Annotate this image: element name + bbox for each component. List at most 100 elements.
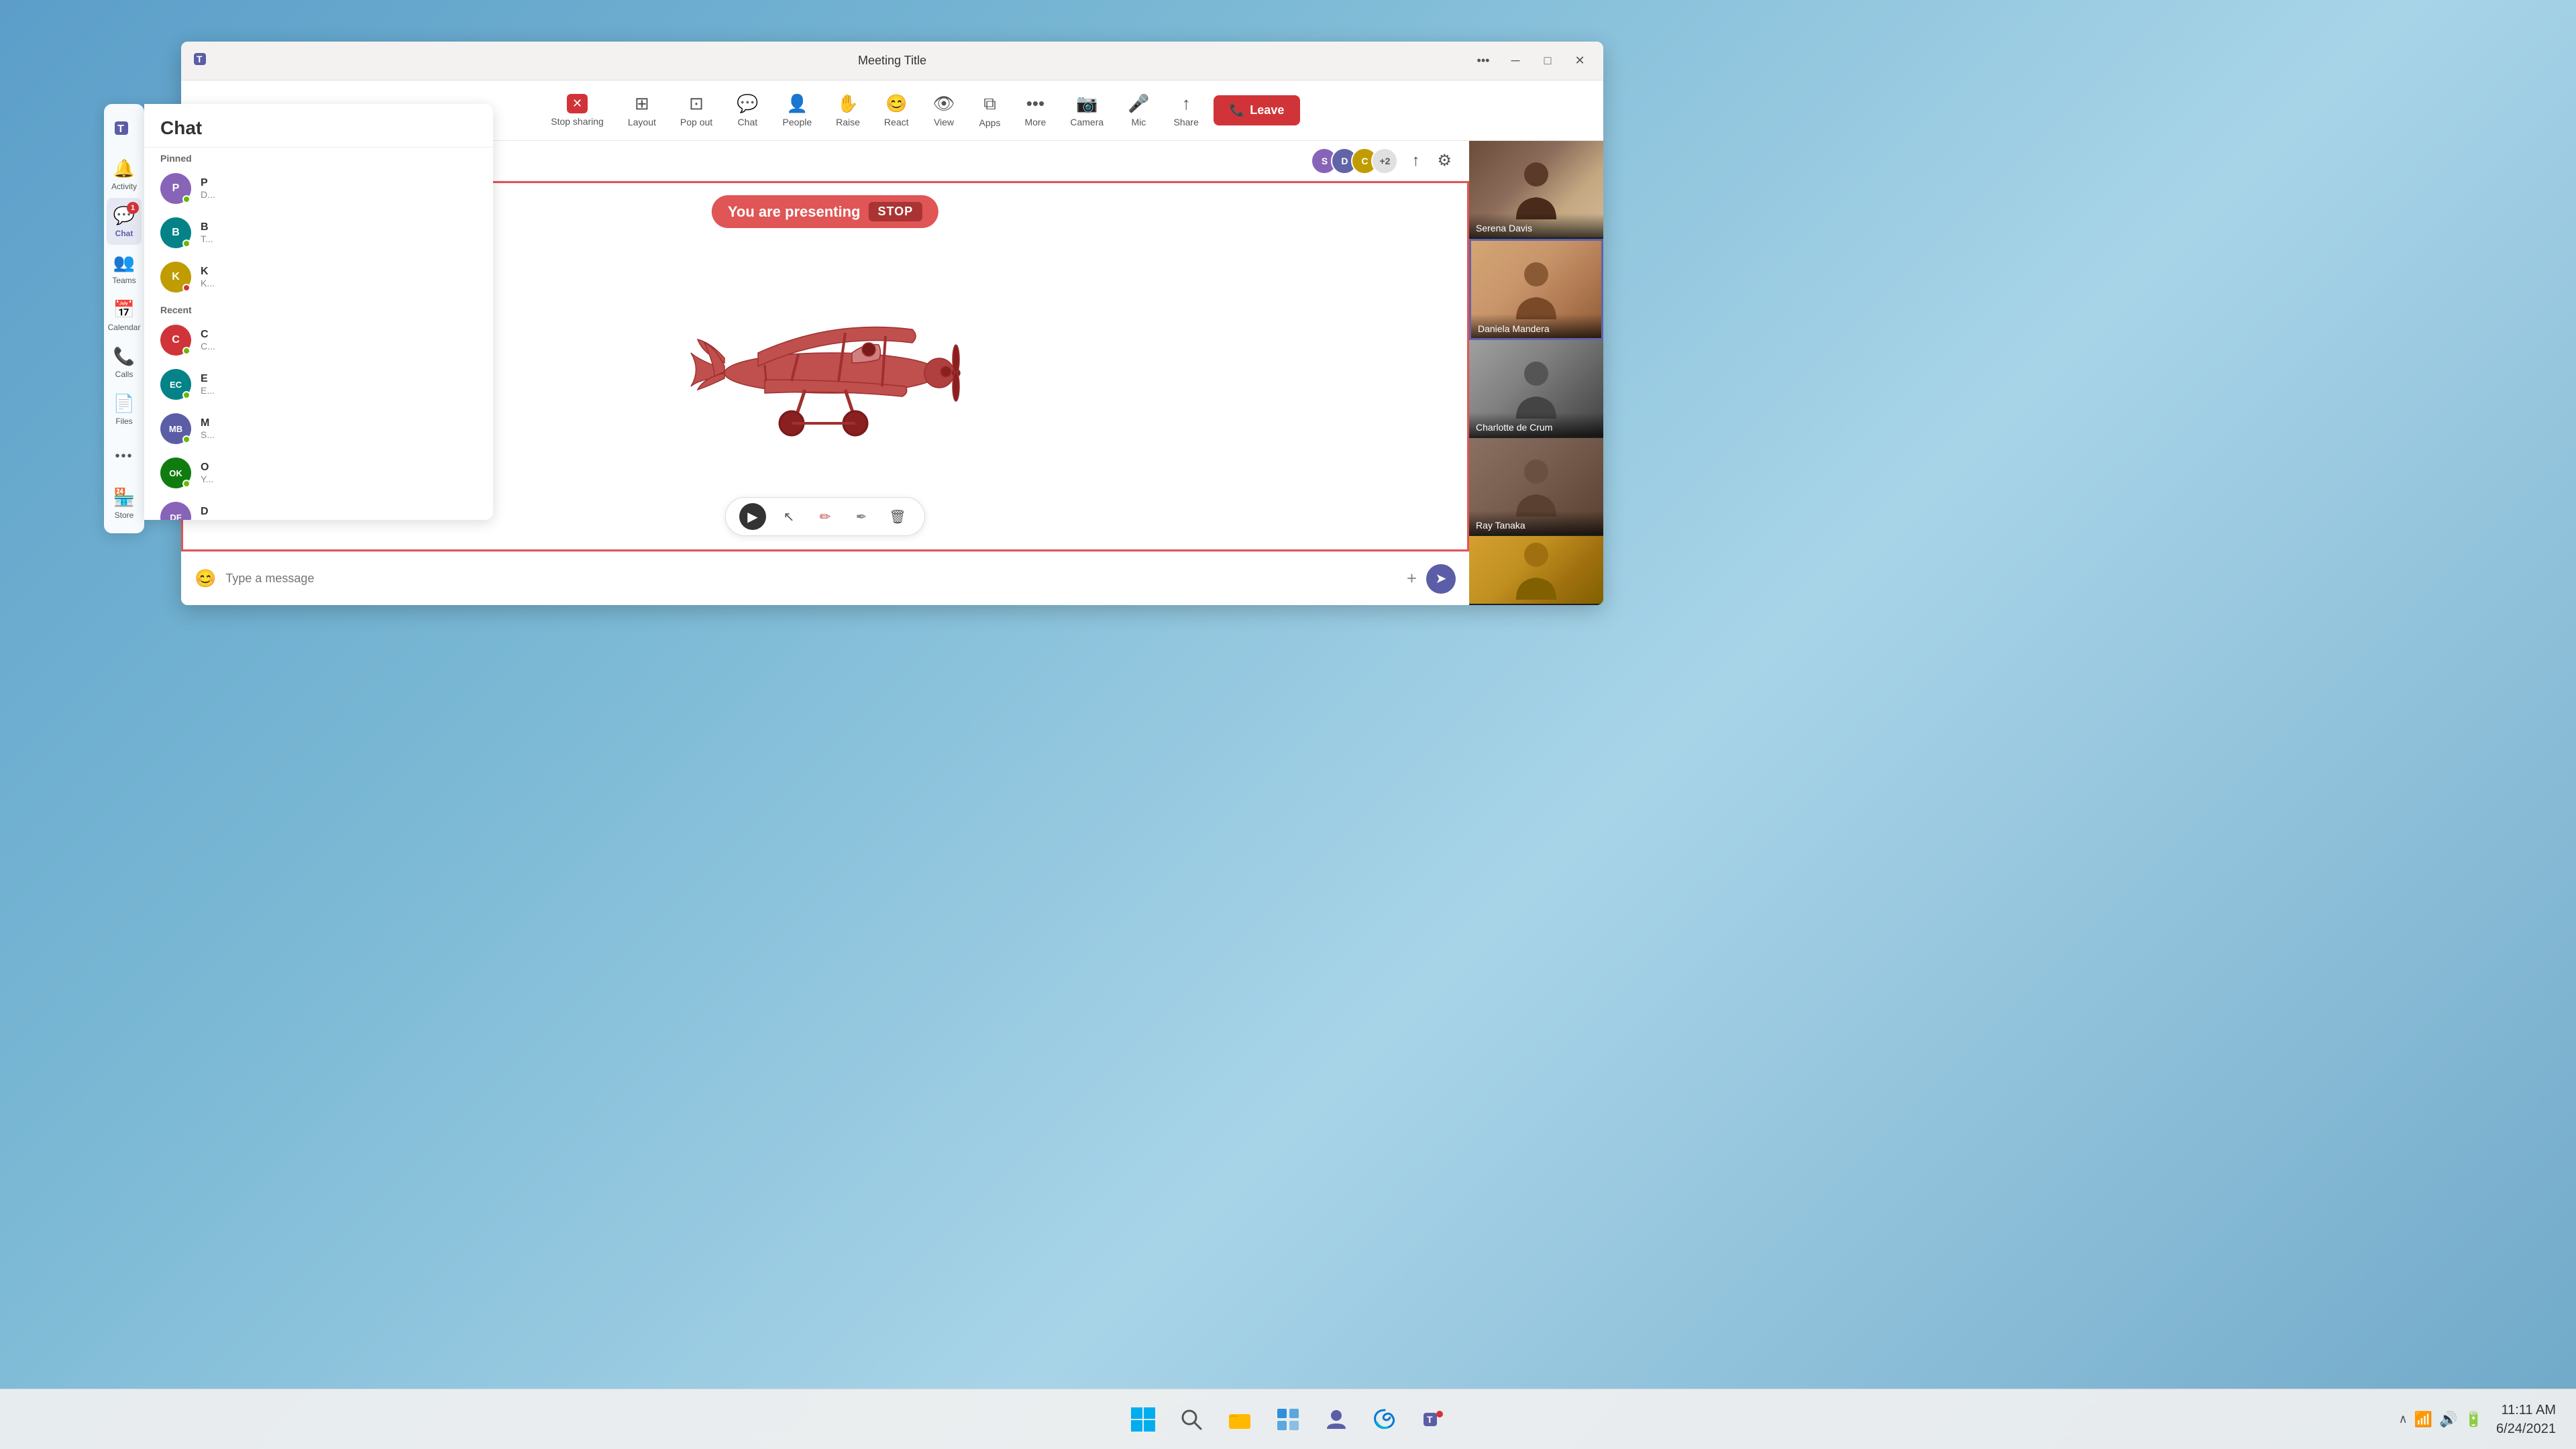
recent-item-4[interactable]: OK O Y... — [144, 451, 493, 495]
pen-gray-btn[interactable]: ✒ — [848, 503, 875, 530]
avatar-count: +2 — [1371, 148, 1398, 174]
taskbar-right: ∧ 📶 🔊 🔋 11:11 AM 6/24/2021 — [2399, 1401, 2556, 1438]
people-btn[interactable]: 👤 People — [773, 88, 822, 133]
camera-label: Camera — [1070, 117, 1104, 127]
raise-btn[interactable]: ✋ Raise — [826, 88, 869, 133]
upload-icon[interactable]: ↑ — [1407, 148, 1424, 174]
camera-btn[interactable]: 📷 Camera — [1061, 88, 1113, 133]
react-btn[interactable]: 😊 React — [875, 88, 918, 133]
mic-btn[interactable]: 🎤 Mic — [1118, 88, 1159, 133]
more-icon: ••• — [115, 449, 133, 464]
participant-name: Charlotte de Crum — [1469, 413, 1603, 437]
start-btn[interactable] — [1123, 1399, 1163, 1440]
svg-text:T: T — [197, 54, 203, 64]
teams-logo: T — [107, 111, 142, 146]
sidebar-item-activity[interactable]: 🔔 Activity — [107, 151, 142, 198]
pen-red-btn[interactable]: ✏ — [812, 503, 839, 530]
teams-sidebar-app: T 🔔 Activity 💬 1 Chat 👥 Teams 📅 Calendar… — [104, 104, 144, 533]
participant-tile: Serena Davis — [1469, 141, 1603, 239]
teams-icon: 👥 — [113, 252, 135, 273]
sidebar-item-calls[interactable]: 📞 Calls — [107, 339, 142, 386]
stop-sharing-btn[interactable]: ✕ Stop sharing — [541, 89, 613, 132]
settings-icon[interactable]: ⚙ — [1433, 147, 1456, 174]
taskbar: T ∧ 📶 🔊 🔋 11:11 AM 6/24/2021 — [0, 1389, 2576, 1449]
view-icon: 👁 — [933, 93, 955, 114]
maximize-btn[interactable]: □ — [1535, 48, 1560, 74]
delete-btn[interactable]: 🗑 — [884, 503, 911, 530]
pinned-item-2[interactable]: B B T... — [144, 211, 493, 255]
participant-video — [1469, 536, 1603, 604]
window-controls: ••• ─ □ ✕ — [1470, 48, 1593, 74]
chat-btn[interactable]: 💬 Chat — [727, 88, 767, 133]
taskview-btn[interactable] — [1268, 1399, 1308, 1440]
presenting-banner: You are presenting STOP — [712, 195, 938, 228]
teams-logo-main: T — [192, 48, 213, 73]
sidebar-item-files[interactable]: 📄 Files — [107, 386, 142, 433]
participant-tile: Ray Tanaka — [1469, 438, 1603, 536]
apps-btn[interactable]: ⧉ Apps — [970, 88, 1010, 133]
chevron-up-icon[interactable]: ∧ — [2399, 1412, 2408, 1426]
recent-label: Recent — [144, 299, 493, 318]
teams-meet-btn[interactable] — [1316, 1399, 1356, 1440]
recent-item-2[interactable]: EC E E... — [144, 362, 493, 407]
search-btn[interactable] — [1171, 1399, 1212, 1440]
sidebar-item-more[interactable]: ••• — [107, 433, 142, 480]
smiley-icon[interactable]: 😊 — [195, 568, 216, 589]
sidebar-item-label: Calendar — [108, 323, 141, 332]
participant-name: Daniela Mandera — [1471, 314, 1601, 338]
canvas-toolbar: ▶ ↖ ✏ ✒ 🗑 — [725, 497, 925, 536]
sidebar-item-chat[interactable]: 💬 1 Chat — [107, 198, 142, 245]
leave-label: Leave — [1250, 103, 1284, 117]
view-btn[interactable]: 👁 View — [924, 88, 965, 133]
calls-icon: 📞 — [113, 346, 135, 367]
avatar: B — [160, 217, 191, 248]
edge-btn[interactable] — [1364, 1399, 1405, 1440]
stop-presenting-btn[interactable]: STOP — [868, 202, 922, 221]
layout-btn[interactable]: ⊞ Layout — [619, 88, 665, 133]
avatar: EC — [160, 369, 191, 400]
window-title: Meeting Title — [858, 54, 926, 68]
view-label: View — [934, 117, 954, 127]
pop-out-label: Pop out — [680, 117, 712, 127]
camera-icon: 📷 — [1076, 93, 1097, 114]
sidebar-item-store[interactable]: 🏪 Store — [107, 480, 142, 527]
avatar: MB — [160, 413, 191, 444]
pinned-item-1[interactable]: P P D... — [144, 166, 493, 211]
apps-label: Apps — [979, 117, 1001, 128]
people-icon: 👤 — [786, 93, 808, 114]
recent-item-5[interactable]: DF D D... — [144, 495, 493, 520]
stop-sharing-icon: ✕ — [567, 94, 588, 113]
status-dot — [182, 480, 191, 488]
recent-item-1[interactable]: C C C... — [144, 318, 493, 362]
share-btn[interactable]: ↑ Share — [1165, 88, 1208, 133]
taskbar-time: 11:11 AM 6/24/2021 — [2496, 1401, 2556, 1438]
recent-item-3[interactable]: MB M S... — [144, 407, 493, 451]
sidebar-item-calendar[interactable]: 📅 Calendar — [107, 292, 142, 339]
attach-icon[interactable]: + — [1407, 568, 1417, 589]
pop-out-btn[interactable]: ⊡ Pop out — [671, 88, 722, 133]
share-icon: ↑ — [1182, 93, 1191, 114]
taskbar-sys-icons: ∧ 📶 🔊 🔋 — [2399, 1411, 2483, 1428]
activity-icon: 🔔 — [113, 158, 135, 179]
file-explorer-btn[interactable] — [1220, 1399, 1260, 1440]
play-btn[interactable]: ▶ — [739, 503, 766, 530]
files-icon: 📄 — [113, 393, 135, 414]
minimize-btn[interactable]: ─ — [1503, 48, 1528, 74]
teams-main-btn[interactable]: T — [1413, 1399, 1453, 1440]
more-btn[interactable]: ••• More — [1015, 88, 1055, 133]
store-label: Store — [115, 511, 134, 520]
status-dot — [182, 239, 191, 248]
status-dot — [182, 195, 191, 203]
more-options-btn[interactable]: ••• — [1470, 48, 1496, 74]
sidebar-item-label: Calls — [115, 370, 133, 379]
share-label: Share — [1174, 117, 1199, 127]
close-btn[interactable]: ✕ — [1567, 48, 1593, 74]
more-label: More — [1024, 117, 1046, 127]
pointer-btn[interactable]: ↖ — [775, 503, 802, 530]
sidebar-item-teams[interactable]: 👥 Teams — [107, 245, 142, 292]
chat-message-input[interactable] — [225, 572, 1397, 586]
send-btn[interactable]: ➤ — [1426, 564, 1456, 594]
pinned-item-3[interactable]: K K K... — [144, 255, 493, 299]
avatar: OK — [160, 458, 191, 488]
leave-btn[interactable]: 📞 Leave — [1214, 95, 1300, 125]
